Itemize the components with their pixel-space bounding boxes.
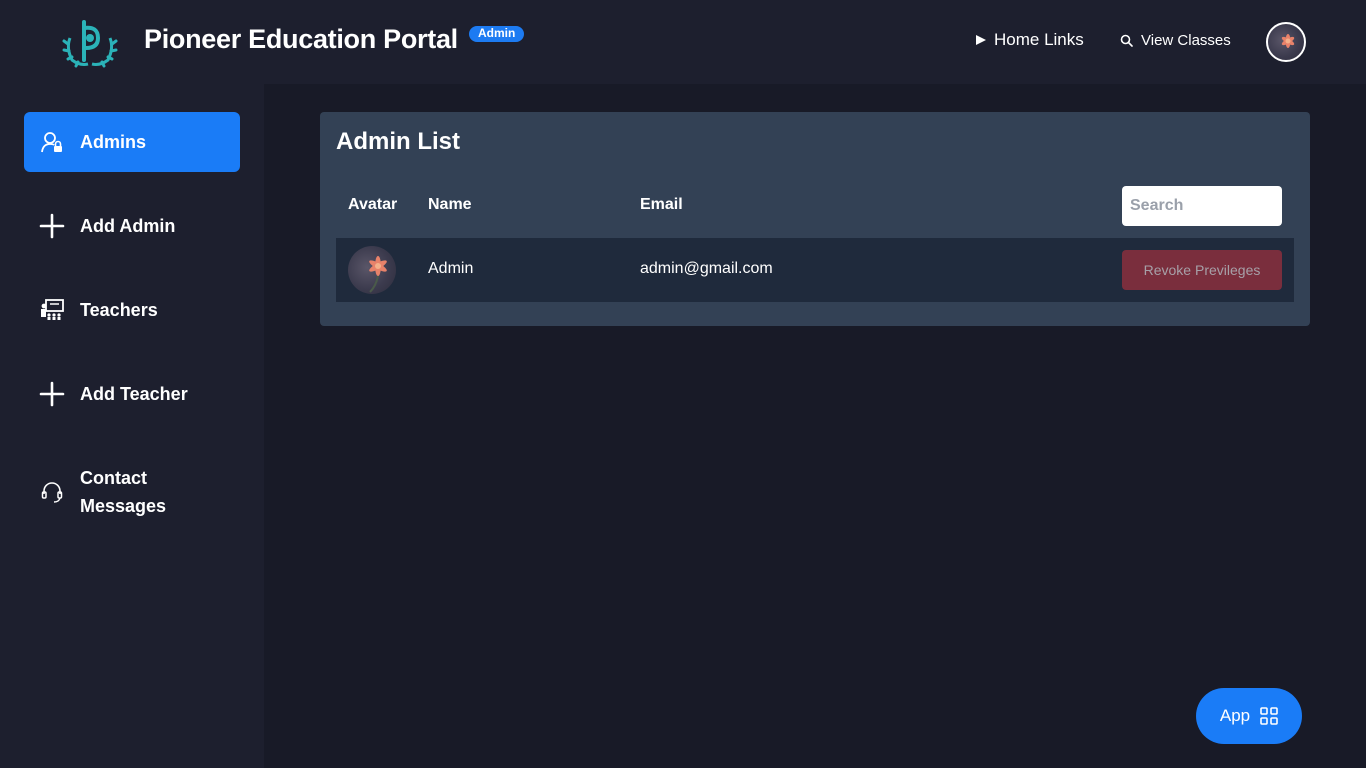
app-button-label: App: [1219, 706, 1251, 725]
column-header-avatar: Avatar: [348, 196, 398, 213]
sidebar-item-label: Admins: [80, 132, 147, 152]
page-title: Admin List: [336, 128, 460, 155]
app-button[interactable]: App: [1196, 688, 1302, 744]
search-input[interactable]: [1122, 186, 1282, 226]
sidebar-item-contact-messages[interactable]: Contact Messages: [24, 448, 240, 536]
column-header-name: Name: [428, 196, 472, 213]
sidebar-item-label: Contact Messages: [80, 468, 167, 516]
pioneer-logo-icon: [62, 20, 118, 68]
portal-title: Pioneer Education Portal: [144, 24, 458, 54]
admin-name-cell: Admin: [428, 260, 474, 277]
search-icon: [1120, 34, 1133, 47]
teacher-board-icon: [38, 296, 66, 324]
flower-avatar-icon: [1281, 34, 1295, 48]
user-avatar[interactable]: [1266, 22, 1306, 62]
plus-icon: [38, 380, 66, 408]
revoke-privileges-button[interactable]: Revoke Previleges: [1122, 250, 1282, 290]
top-header: Pioneer Education Portal Admin Home Link…: [0, 0, 1366, 84]
admin-list-card: Admin List Avatar Name Email Admin admin…: [320, 112, 1310, 326]
sidebar-item-admins[interactable]: Admins: [24, 112, 240, 172]
sidebar-item-add-admin[interactable]: Add Admin: [24, 196, 240, 256]
home-links-link[interactable]: Home Links: [976, 30, 1084, 50]
sidebar-item-add-teacher[interactable]: Add Teacher: [24, 364, 240, 424]
avatar: [348, 246, 396, 294]
sidebar-item-label: Teachers: [80, 300, 158, 320]
headset-icon: [38, 478, 66, 506]
user-lock-icon: [38, 128, 66, 156]
sidebar-item-label: Add Admin: [80, 216, 176, 236]
flower-avatar-icon: [369, 256, 387, 293]
view-classes-label: View Classes: [1141, 32, 1231, 49]
admin-email-cell: admin@gmail.com: [640, 260, 773, 277]
view-classes-link[interactable]: View Classes: [1120, 32, 1231, 49]
play-icon: [976, 35, 986, 45]
table-row: Admin admin@gmail.com Revoke Previleges: [336, 238, 1294, 302]
home-links-label: Home Links: [994, 30, 1084, 49]
sidebar-item-teachers[interactable]: Teachers: [24, 280, 240, 340]
grid-icon: [1260, 707, 1278, 725]
role-badge: Admin: [469, 26, 525, 42]
plus-icon: [38, 212, 66, 240]
sidebar: Admins Add Admin Teachers Add Teacher Co…: [0, 84, 264, 768]
sidebar-item-label: Add Teacher: [80, 384, 188, 404]
column-header-email: Email: [640, 196, 683, 213]
